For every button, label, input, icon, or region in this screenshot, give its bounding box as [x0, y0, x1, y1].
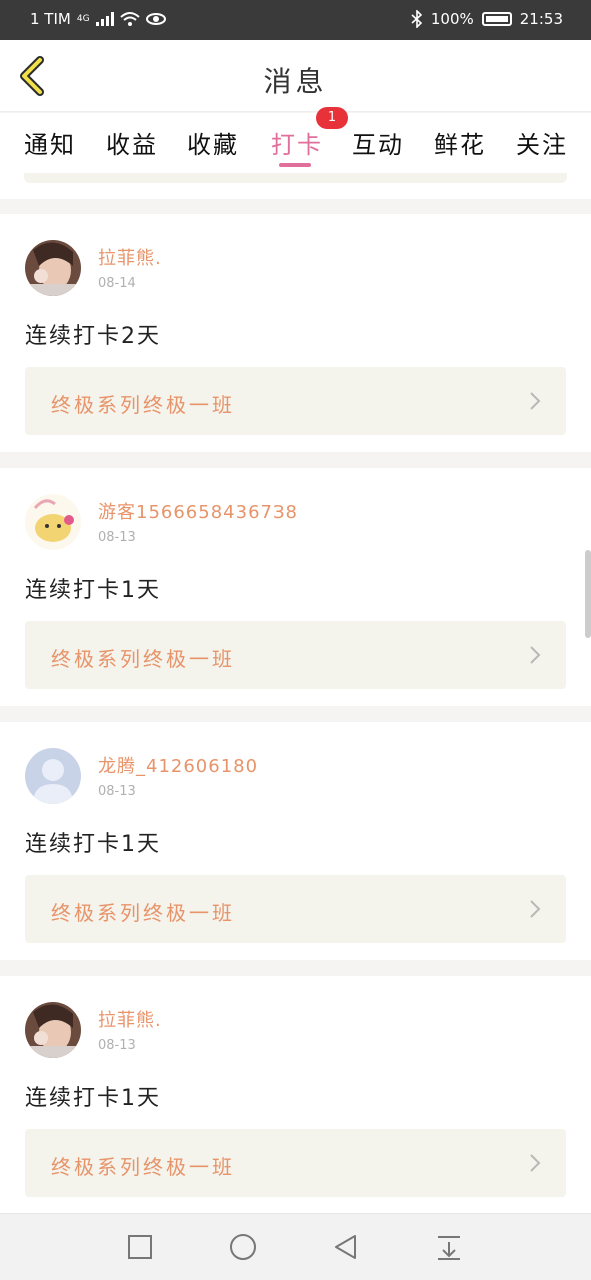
- username[interactable]: 龙腾_412606180: [98, 752, 258, 778]
- checkin-streak-text: 连续打卡1天: [25, 832, 161, 857]
- tab-favorites[interactable]: 收藏: [187, 125, 239, 160]
- page-title: 消息: [263, 65, 328, 98]
- recent-apps-button[interactable]: [125, 1232, 155, 1262]
- course-link[interactable]: 终极系列终极一班: [25, 875, 566, 943]
- message-date: 08-13: [98, 1038, 136, 1053]
- tab-bar: 通知 收益 收藏 打卡 1 互动 鲜花 关注: [0, 107, 591, 173]
- username[interactable]: 拉菲熊.: [98, 244, 162, 270]
- course-title: 终极系列终极一班: [51, 393, 235, 417]
- course-link[interactable]: 终极系列终极一班: [25, 1129, 566, 1197]
- notification-pull-icon: [438, 1236, 460, 1260]
- chevron-right-icon: [530, 900, 541, 918]
- avatar[interactable]: [25, 748, 81, 804]
- status-bar: 1 TIM 4G 100% 21:53: [0, 0, 591, 40]
- carrier-label: 1 TIM: [30, 10, 71, 28]
- recent-apps-icon: [128, 1235, 152, 1259]
- list-item: 拉菲熊. 08-13 连续打卡1天 终极系列终极一班: [0, 976, 591, 1213]
- home-icon: [230, 1234, 256, 1260]
- message-date: 08-13: [98, 784, 136, 799]
- message-list[interactable]: 拉菲熊. 08-14 连续打卡2天 终极系列终极一班 游客15666584367…: [0, 173, 591, 1213]
- checkin-streak-text: 连续打卡1天: [25, 1086, 161, 1111]
- checkin-badge: 1: [316, 107, 348, 129]
- avatar[interactable]: [25, 494, 81, 550]
- tab-flowers[interactable]: 鲜花: [434, 125, 486, 160]
- photo-avatar-icon: [25, 240, 81, 296]
- chevron-right-icon: [530, 1154, 541, 1172]
- tab-follow[interactable]: 关注: [516, 125, 568, 160]
- tab-checkin[interactable]: 打卡: [271, 125, 323, 160]
- tab-notifications[interactable]: 通知: [24, 125, 76, 160]
- course-title: 终极系列终极一班: [51, 1155, 235, 1179]
- default-avatar-icon: [25, 748, 81, 804]
- notification-pull-button[interactable]: [434, 1232, 464, 1262]
- battery-icon: [481, 12, 512, 26]
- course-title: 终极系列终极一班: [51, 647, 235, 671]
- checkin-streak-text: 连续打卡1天: [25, 578, 161, 603]
- course-link[interactable]: 终极系列终极一班: [25, 621, 566, 689]
- username[interactable]: 拉菲熊.: [98, 1006, 162, 1032]
- checkin-streak-text: 连续打卡2天: [25, 324, 161, 349]
- network-label: 4G: [76, 14, 90, 24]
- back-icon: [335, 1235, 356, 1259]
- back-nav-button[interactable]: [331, 1232, 361, 1262]
- chevron-right-icon: [530, 392, 541, 410]
- home-button[interactable]: [228, 1232, 258, 1262]
- battery-percent: 100%: [430, 10, 474, 28]
- signal-icon: [95, 12, 114, 26]
- photo-avatar-icon: [25, 1002, 81, 1058]
- wifi-icon: [119, 12, 140, 26]
- avatar[interactable]: [25, 240, 81, 296]
- list-item: 游客15666584367З8 08-13 连续打卡1天 终极系列终极一班: [0, 468, 591, 706]
- course-title: 终极系列终极一班: [51, 901, 235, 925]
- system-nav-bar: [0, 1213, 591, 1280]
- tab-earnings[interactable]: 收益: [106, 125, 158, 160]
- eye-icon: [145, 13, 166, 25]
- previous-card-edge: [0, 173, 591, 199]
- tab-interaction[interactable]: 互动: [352, 125, 404, 160]
- list-item: 龙腾_412606180 08-13 连续打卡1天 终极系列终极一班: [0, 722, 591, 960]
- cartoon-avatar-icon: [25, 494, 81, 550]
- header: 消息: [0, 40, 591, 112]
- course-link[interactable]: 终极系列终极一班: [25, 367, 566, 435]
- message-date: 08-14: [98, 276, 136, 291]
- avatar[interactable]: [25, 1002, 81, 1058]
- chevron-right-icon: [530, 646, 541, 664]
- scrollbar[interactable]: [585, 550, 591, 638]
- message-date: 08-13: [98, 530, 136, 545]
- list-item: 拉菲熊. 08-14 连续打卡2天 终极系列终极一班: [0, 214, 591, 452]
- username[interactable]: 游客15666584367З8: [98, 498, 298, 524]
- clock: 21:53: [519, 10, 563, 28]
- bluetooth-icon: [411, 10, 423, 28]
- active-tab-indicator: [279, 163, 311, 167]
